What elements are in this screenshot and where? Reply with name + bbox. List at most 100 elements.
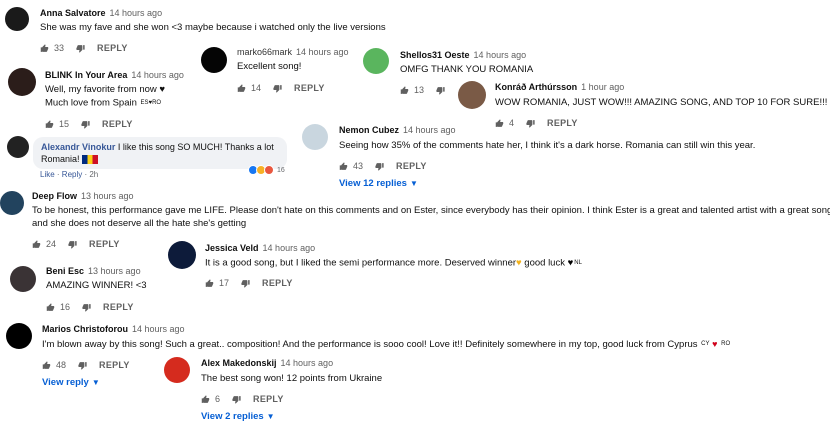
thumbs-down-icon[interactable]: [82, 303, 91, 312]
avatar[interactable]: [6, 323, 32, 349]
author-name[interactable]: Alex Makedonskij: [201, 358, 277, 368]
thumbs-down-icon[interactable]: [78, 361, 87, 370]
author-name[interactable]: BLINK In Your Area: [45, 70, 127, 80]
comment-header: Deep Flow 13 hours ago: [32, 191, 134, 201]
timestamp[interactable]: 14 hours ago: [296, 47, 349, 57]
thumbs-up-icon[interactable]: [201, 395, 210, 404]
author-name[interactable]: Shellos31 Oeste: [400, 50, 470, 60]
thumbs-up-icon[interactable]: [400, 86, 409, 95]
thumbs-up-icon[interactable]: [45, 120, 54, 129]
comment-text: To be honest, this performance gave me L…: [32, 205, 830, 216]
thumbs-up-icon[interactable]: [237, 84, 246, 93]
view-replies-label: View 12 replies: [339, 178, 407, 189]
like-count: 6: [215, 394, 221, 404]
comment-text: OMFG THANK YOU ROMANIA: [400, 64, 534, 75]
romania-flag-icon: [81, 155, 98, 165]
comment-text-line2: and she does not deserve all the hate sh…: [32, 218, 247, 229]
author-name[interactable]: Beni Esc: [46, 266, 84, 276]
timestamp[interactable]: 13 hours ago: [88, 266, 141, 276]
reply-button[interactable]: REPLY: [253, 394, 284, 404]
reply-button[interactable]: REPLY: [396, 161, 427, 171]
avatar[interactable]: [5, 7, 29, 31]
author-name[interactable]: Deep Flow: [32, 191, 77, 201]
reply-button[interactable]: REPLY: [547, 118, 578, 128]
thumbs-down-icon[interactable]: [273, 84, 282, 93]
comment-text: WOW ROMANIA, JUST WOW!!! AMAZING SONG, A…: [495, 97, 828, 108]
like-count: 48: [56, 360, 67, 370]
timestamp[interactable]: 1 hour ago: [581, 82, 624, 92]
thumbs-down-icon[interactable]: [232, 395, 241, 404]
avatar[interactable]: [363, 48, 389, 74]
author-name[interactable]: Marios Christoforou: [42, 324, 128, 334]
timestamp[interactable]: 14 hours ago: [131, 70, 184, 80]
comment-header: Anna Salvatore 14 hours ago: [40, 8, 162, 18]
reply-button[interactable]: REPLY: [294, 83, 325, 93]
reaction-summary[interactable]: 16: [248, 165, 285, 175]
timestamp[interactable]: 14 hours ago: [474, 50, 527, 60]
avatar[interactable]: [7, 136, 29, 158]
comment-text: The best song won! 12 points from Ukrain…: [201, 373, 383, 384]
like-count: 43: [353, 161, 364, 171]
love-reaction-icon: [264, 165, 274, 175]
author-name[interactable]: Jessica Veld: [205, 243, 259, 253]
reply-button[interactable]: REPLY: [262, 278, 293, 288]
avatar[interactable]: [458, 81, 486, 109]
timestamp[interactable]: 13 hours ago: [81, 191, 134, 201]
avatar[interactable]: [8, 68, 36, 96]
comment-header: Nemon Cubez 14 hours ago: [339, 125, 456, 135]
reply-button[interactable]: REPLY: [99, 360, 130, 370]
comment-actions: 4 REPLY: [495, 117, 578, 129]
author-name[interactable]: Nemon Cubez: [339, 125, 399, 135]
thumbs-down-icon[interactable]: [68, 240, 77, 249]
reply-button[interactable]: REPLY: [102, 119, 133, 129]
author-name[interactable]: Konráð Arthúrsson: [495, 82, 577, 92]
reply-link[interactable]: Reply: [62, 170, 82, 179]
comment-actions: 16 REPLY: [46, 301, 134, 313]
heart-icon: ♥: [567, 257, 574, 269]
avatar[interactable]: [201, 47, 227, 73]
like-link[interactable]: Like: [40, 170, 55, 179]
comment-text: I'm blown away by this song! Such a grea…: [42, 337, 730, 352]
view-replies-label: View 2 replies: [201, 411, 264, 422]
thumbs-down-icon[interactable]: [76, 44, 85, 53]
avatar[interactable]: [168, 241, 196, 269]
timestamp[interactable]: 14 hours ago: [281, 358, 334, 368]
thumbs-up-icon[interactable]: [46, 303, 55, 312]
thumbs-down-icon[interactable]: [81, 120, 90, 129]
view-replies-button[interactable]: View 2 replies ▼: [201, 411, 275, 422]
thumbs-up-icon[interactable]: [339, 162, 348, 171]
thumbs-up-icon[interactable]: [42, 361, 51, 370]
thumbs-up-icon[interactable]: [205, 279, 214, 288]
thumbs-down-icon[interactable]: [436, 86, 445, 95]
author-name[interactable]: marko66mark: [237, 47, 292, 57]
timestamp[interactable]: 14 hours ago: [403, 125, 456, 135]
author-name[interactable]: Alexandr Vinokur: [41, 142, 115, 152]
reply-button[interactable]: REPLY: [89, 239, 120, 249]
timestamp[interactable]: 14 hours ago: [263, 243, 316, 253]
comment-actions: 6 REPLY: [201, 393, 284, 405]
timestamp[interactable]: 14 hours ago: [132, 324, 185, 334]
avatar[interactable]: [10, 266, 36, 292]
view-replies-button[interactable]: View 12 replies ▼: [339, 178, 418, 189]
text-part: It is a good song, but I liked the semi …: [205, 257, 517, 269]
avatar[interactable]: [302, 124, 328, 150]
avatar[interactable]: [164, 357, 190, 383]
view-replies-label: View reply: [42, 377, 89, 388]
thumbs-down-icon[interactable]: [241, 279, 250, 288]
comment-header: BLINK In Your Area 14 hours ago: [45, 70, 184, 80]
thumbs-up-icon[interactable]: [32, 240, 41, 249]
avatar[interactable]: [0, 191, 24, 215]
comment-text: Excellent song!: [237, 61, 302, 72]
thumbs-down-icon[interactable]: [526, 119, 535, 128]
comment-actions: 13: [400, 84, 445, 96]
author-name[interactable]: Anna Salvatore: [40, 8, 106, 18]
thumbs-down-icon[interactable]: [375, 162, 384, 171]
like-count: 17: [219, 278, 230, 288]
flag-tag: NL: [574, 260, 582, 266]
reply-button[interactable]: REPLY: [103, 302, 134, 312]
thumbs-up-icon[interactable]: [495, 119, 504, 128]
view-replies-button[interactable]: View reply ▼: [42, 377, 100, 388]
timestamp[interactable]: 14 hours ago: [110, 8, 163, 18]
reply-button[interactable]: REPLY: [97, 43, 128, 53]
thumbs-up-icon[interactable]: [40, 44, 49, 53]
